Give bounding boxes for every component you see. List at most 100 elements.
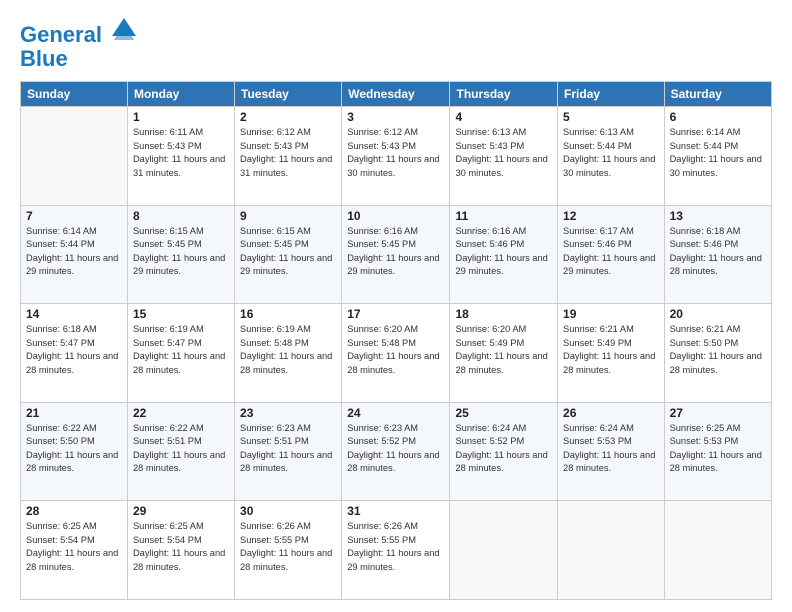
day-detail: Sunrise: 6:20 AMSunset: 5:49 PMDaylight:… bbox=[455, 323, 552, 377]
day-number: 22 bbox=[133, 406, 229, 420]
day-cell: 27 Sunrise: 6:25 AMSunset: 5:53 PMDayligh… bbox=[664, 402, 771, 501]
day-detail: Sunrise: 6:18 AMSunset: 5:47 PMDaylight:… bbox=[26, 323, 122, 377]
week-row-2: 7 Sunrise: 6:14 AMSunset: 5:44 PMDaylight… bbox=[21, 205, 772, 304]
day-cell: 22 Sunrise: 6:22 AMSunset: 5:51 PMDayligh… bbox=[127, 402, 234, 501]
logo-icon bbox=[110, 14, 138, 42]
day-detail: Sunrise: 6:22 AMSunset: 5:50 PMDaylight:… bbox=[26, 422, 122, 476]
day-detail: Sunrise: 6:25 AMSunset: 5:53 PMDaylight:… bbox=[670, 422, 766, 476]
week-row-3: 14 Sunrise: 6:18 AMSunset: 5:47 PMDayligh… bbox=[21, 304, 772, 403]
day-detail: Sunrise: 6:16 AMSunset: 5:46 PMDaylight:… bbox=[455, 225, 552, 279]
day-header-friday: Friday bbox=[558, 82, 665, 107]
day-number: 5 bbox=[563, 110, 659, 124]
logo: General Blue bbox=[20, 18, 138, 71]
day-cell: 13 Sunrise: 6:18 AMSunset: 5:46 PMDayligh… bbox=[664, 205, 771, 304]
day-number: 23 bbox=[240, 406, 336, 420]
day-cell: 25 Sunrise: 6:24 AMSunset: 5:52 PMDayligh… bbox=[450, 402, 558, 501]
day-number: 9 bbox=[240, 209, 336, 223]
day-cell bbox=[450, 501, 558, 600]
day-detail: Sunrise: 6:15 AMSunset: 5:45 PMDaylight:… bbox=[133, 225, 229, 279]
day-detail: Sunrise: 6:26 AMSunset: 5:55 PMDaylight:… bbox=[347, 520, 444, 574]
header: General Blue bbox=[20, 18, 772, 71]
day-cell: 4Sunrise: 6:13 AMSunset: 5:43 PMDaylight… bbox=[450, 107, 558, 206]
day-detail: Sunrise: 6:23 AMSunset: 5:52 PMDaylight:… bbox=[347, 422, 444, 476]
day-cell: 21 Sunrise: 6:22 AMSunset: 5:50 PMDayligh… bbox=[21, 402, 128, 501]
day-number: 30 bbox=[240, 504, 336, 518]
logo-blue: Blue bbox=[20, 47, 138, 71]
day-cell: 28 Sunrise: 6:25 AMSunset: 5:54 PMDayligh… bbox=[21, 501, 128, 600]
day-cell: 8 Sunrise: 6:15 AMSunset: 5:45 PMDaylight… bbox=[127, 205, 234, 304]
day-cell: 12 Sunrise: 6:17 AMSunset: 5:46 PMDayligh… bbox=[558, 205, 665, 304]
day-number: 24 bbox=[347, 406, 444, 420]
day-cell: 23 Sunrise: 6:23 AMSunset: 5:51 PMDayligh… bbox=[235, 402, 342, 501]
day-cell: 29 Sunrise: 6:25 AMSunset: 5:54 PMDayligh… bbox=[127, 501, 234, 600]
day-cell: 17 Sunrise: 6:20 AMSunset: 5:48 PMDayligh… bbox=[342, 304, 450, 403]
day-detail: Sunrise: 6:18 AMSunset: 5:46 PMDaylight:… bbox=[670, 225, 766, 279]
day-header-saturday: Saturday bbox=[664, 82, 771, 107]
day-number: 26 bbox=[563, 406, 659, 420]
day-detail: Sunrise: 6:25 AMSunset: 5:54 PMDaylight:… bbox=[26, 520, 122, 574]
day-number: 29 bbox=[133, 504, 229, 518]
day-cell: 19 Sunrise: 6:21 AMSunset: 5:49 PMDayligh… bbox=[558, 304, 665, 403]
day-cell bbox=[558, 501, 665, 600]
day-number: 8 bbox=[133, 209, 229, 223]
day-number: 4 bbox=[455, 110, 552, 124]
day-number: 7 bbox=[26, 209, 122, 223]
day-number: 25 bbox=[455, 406, 552, 420]
day-detail: Sunrise: 6:24 AMSunset: 5:52 PMDaylight:… bbox=[455, 422, 552, 476]
day-cell: 3Sunrise: 6:12 AMSunset: 5:43 PMDaylight… bbox=[342, 107, 450, 206]
calendar-body: 1Sunrise: 6:11 AMSunset: 5:43 PMDaylight… bbox=[21, 107, 772, 600]
day-number: 18 bbox=[455, 307, 552, 321]
day-number: 28 bbox=[26, 504, 122, 518]
day-detail: Sunrise: 6:16 AMSunset: 5:45 PMDaylight:… bbox=[347, 225, 444, 279]
day-detail: Sunrise: 6:26 AMSunset: 5:55 PMDaylight:… bbox=[240, 520, 336, 574]
day-cell: 26 Sunrise: 6:24 AMSunset: 5:53 PMDayligh… bbox=[558, 402, 665, 501]
day-number: 21 bbox=[26, 406, 122, 420]
day-detail: Sunrise: 6:12 AMSunset: 5:43 PMDaylight:… bbox=[240, 126, 336, 180]
day-number: 20 bbox=[670, 307, 766, 321]
day-number: 27 bbox=[670, 406, 766, 420]
day-detail: Sunrise: 6:25 AMSunset: 5:54 PMDaylight:… bbox=[133, 520, 229, 574]
day-detail: Sunrise: 6:24 AMSunset: 5:53 PMDaylight:… bbox=[563, 422, 659, 476]
day-detail: Sunrise: 6:21 AMSunset: 5:50 PMDaylight:… bbox=[670, 323, 766, 377]
logo-text: General bbox=[20, 18, 138, 47]
day-detail: Sunrise: 6:14 AMSunset: 5:44 PMDaylight:… bbox=[26, 225, 122, 279]
day-header-tuesday: Tuesday bbox=[235, 82, 342, 107]
day-detail: Sunrise: 6:13 AMSunset: 5:44 PMDaylight:… bbox=[563, 126, 659, 180]
week-row-4: 21 Sunrise: 6:22 AMSunset: 5:50 PMDayligh… bbox=[21, 402, 772, 501]
day-header-thursday: Thursday bbox=[450, 82, 558, 107]
day-cell: 14 Sunrise: 6:18 AMSunset: 5:47 PMDayligh… bbox=[21, 304, 128, 403]
day-number: 6 bbox=[670, 110, 766, 124]
day-number: 14 bbox=[26, 307, 122, 321]
day-number: 10 bbox=[347, 209, 444, 223]
day-number: 13 bbox=[670, 209, 766, 223]
week-row-5: 28 Sunrise: 6:25 AMSunset: 5:54 PMDayligh… bbox=[21, 501, 772, 600]
day-cell: 31 Sunrise: 6:26 AMSunset: 5:55 PMDayligh… bbox=[342, 501, 450, 600]
day-number: 1 bbox=[133, 110, 229, 124]
day-number: 31 bbox=[347, 504, 444, 518]
day-cell: 30 Sunrise: 6:26 AMSunset: 5:55 PMDayligh… bbox=[235, 501, 342, 600]
page: General Blue SundayMondayTuesdayWednesda… bbox=[0, 0, 792, 612]
day-detail: Sunrise: 6:17 AMSunset: 5:46 PMDaylight:… bbox=[563, 225, 659, 279]
day-cell bbox=[21, 107, 128, 206]
day-cell: 18 Sunrise: 6:20 AMSunset: 5:49 PMDayligh… bbox=[450, 304, 558, 403]
day-cell: 1Sunrise: 6:11 AMSunset: 5:43 PMDaylight… bbox=[127, 107, 234, 206]
day-header-monday: Monday bbox=[127, 82, 234, 107]
day-cell: 10 Sunrise: 6:16 AMSunset: 5:45 PMDayligh… bbox=[342, 205, 450, 304]
day-number: 19 bbox=[563, 307, 659, 321]
day-detail: Sunrise: 6:22 AMSunset: 5:51 PMDaylight:… bbox=[133, 422, 229, 476]
day-detail: Sunrise: 6:20 AMSunset: 5:48 PMDaylight:… bbox=[347, 323, 444, 377]
day-number: 12 bbox=[563, 209, 659, 223]
day-cell: 15Sunrise: 6:19 AMSunset: 5:47 PMDayligh… bbox=[127, 304, 234, 403]
day-detail: Sunrise: 6:19 AMSunset: 5:48 PMDaylight:… bbox=[240, 323, 336, 377]
day-detail: Sunrise: 6:21 AMSunset: 5:49 PMDaylight:… bbox=[563, 323, 659, 377]
day-detail: Sunrise: 6:14 AMSunset: 5:44 PMDaylight:… bbox=[670, 126, 766, 180]
day-cell: 9Sunrise: 6:15 AMSunset: 5:45 PMDaylight… bbox=[235, 205, 342, 304]
day-detail: Sunrise: 6:23 AMSunset: 5:51 PMDaylight:… bbox=[240, 422, 336, 476]
day-number: 3 bbox=[347, 110, 444, 124]
day-number: 17 bbox=[347, 307, 444, 321]
day-cell bbox=[664, 501, 771, 600]
calendar-table: SundayMondayTuesdayWednesdayThursdayFrid… bbox=[20, 81, 772, 600]
day-cell: 24 Sunrise: 6:23 AMSunset: 5:52 PMDayligh… bbox=[342, 402, 450, 501]
day-cell: 2Sunrise: 6:12 AMSunset: 5:43 PMDaylight… bbox=[235, 107, 342, 206]
day-cell: 6 Sunrise: 6:14 AMSunset: 5:44 PMDaylight… bbox=[664, 107, 771, 206]
